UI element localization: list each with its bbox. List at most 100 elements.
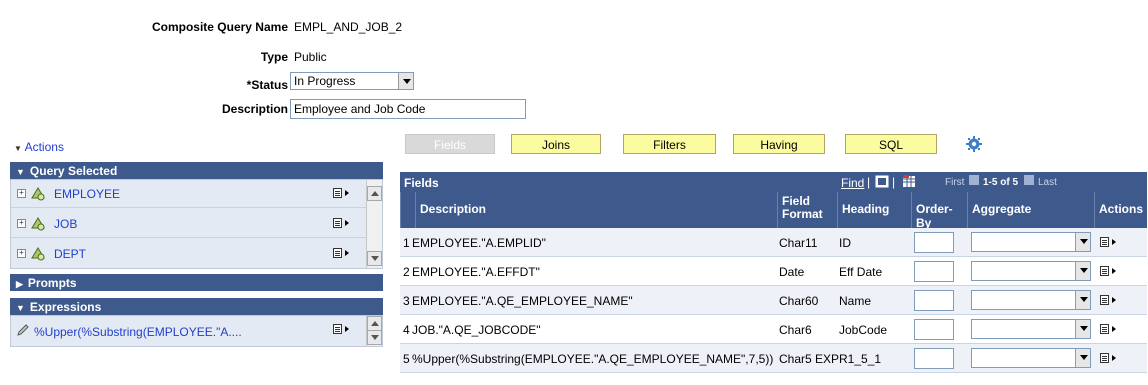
- tab-sql[interactable]: SQL: [845, 134, 937, 154]
- actions-label: Actions: [24, 140, 64, 154]
- row-actions-button[interactable]: [1100, 323, 1122, 337]
- row-actions-button[interactable]: [333, 247, 355, 261]
- scroll-up-icon[interactable]: [367, 316, 382, 331]
- tab-joins[interactable]: Joins: [511, 134, 601, 154]
- field-heading: ID: [839, 236, 851, 250]
- chevron-down-icon[interactable]: [1075, 233, 1090, 251]
- status-select[interactable]: In Progress: [290, 72, 414, 90]
- find-link[interactable]: Find: [841, 176, 864, 190]
- table-row: 3 EMPLOYEE."A.QE_EMPLOYEE_NAME" Char60 N…: [400, 286, 1147, 315]
- field-format-line2: Format: [782, 207, 823, 221]
- aggregate-select[interactable]: [971, 348, 1091, 368]
- expand-icon[interactable]: +: [17, 219, 26, 228]
- query-name[interactable]: JOB: [54, 217, 77, 231]
- order-by-input[interactable]: [914, 319, 954, 340]
- column-header-actions[interactable]: Actions: [1094, 192, 1147, 228]
- order-by-input[interactable]: [914, 232, 954, 253]
- chevron-down-icon[interactable]: [398, 73, 413, 89]
- expand-icon[interactable]: +: [17, 249, 26, 258]
- row-number: 5: [403, 352, 410, 366]
- chevron-down-icon[interactable]: [1075, 320, 1090, 338]
- row-actions-button[interactable]: [1100, 236, 1122, 250]
- triangle-down-icon: ▼: [16, 167, 25, 177]
- row-actions-button[interactable]: [333, 187, 355, 201]
- table-row: 5 %Upper(%Substring(EMPLOYEE."A.QE_EMPLO…: [400, 344, 1147, 373]
- next-icon[interactable]: [1024, 175, 1034, 185]
- column-header-description[interactable]: Description: [415, 192, 777, 228]
- aggregate-select[interactable]: [971, 232, 1091, 252]
- list-item[interactable]: + EMPLOYEE: [11, 180, 367, 208]
- status-label: *Status: [246, 78, 288, 92]
- description-field[interactable]: Employee and Job Code: [290, 99, 526, 119]
- tab-fields[interactable]: Fields: [405, 134, 495, 154]
- expressions-header[interactable]: ▼ Expressions: [10, 298, 383, 315]
- triangle-down-icon: ▼: [14, 144, 22, 153]
- order-by-input[interactable]: [914, 348, 954, 369]
- query-name[interactable]: DEPT: [54, 247, 86, 261]
- column-header-heading[interactable]: Heading: [837, 192, 911, 228]
- actions-toggle[interactable]: ▼ Actions: [14, 140, 64, 154]
- column-header-order-by[interactable]: Order-By: [911, 192, 967, 230]
- query-selected-header[interactable]: ▼ Query Selected: [10, 162, 383, 179]
- pager-last: Last: [1038, 177, 1057, 188]
- field-format: Char11: [779, 236, 818, 250]
- query-selected-label: Query Selected: [29, 164, 118, 178]
- table-row: 1 EMPLOYEE."A.EMPLID" Char11 ID: [400, 228, 1147, 257]
- download-icon[interactable]: [903, 175, 915, 187]
- field-description: JOB."A.QE_JOBCODE": [412, 323, 541, 337]
- chevron-down-icon[interactable]: [1075, 262, 1090, 280]
- prev-icon[interactable]: [969, 175, 979, 185]
- field-heading: EXPR1_5_1: [815, 352, 882, 366]
- tab-filters[interactable]: Filters: [623, 134, 716, 154]
- chevron-down-icon[interactable]: [1075, 349, 1090, 367]
- table-row: 4 JOB."A.QE_JOBCODE" Char6 JobCode: [400, 315, 1147, 344]
- vertical-scrollbar[interactable]: [366, 316, 382, 346]
- composite-query-name-label: Composite Query Name: [151, 20, 288, 34]
- field-description: EMPLOYEE."A.EMPLID": [412, 236, 546, 250]
- pager-first: First: [945, 177, 965, 188]
- type-value: Public: [294, 50, 327, 64]
- row-actions-button[interactable]: [1100, 294, 1122, 308]
- view-all-icon[interactable]: [875, 175, 889, 188]
- query-selected-list: + EMPLOYEE + JOB + DEPT: [10, 179, 383, 269]
- aggregate-select[interactable]: [971, 261, 1091, 281]
- field-format: Char6: [779, 323, 812, 337]
- row-number: 2: [403, 265, 410, 279]
- aggregate-select[interactable]: [971, 319, 1091, 339]
- record-icon: [31, 217, 45, 231]
- scroll-down-icon[interactable]: [367, 330, 382, 345]
- description-label: Description: [221, 102, 288, 116]
- order-by-input[interactable]: [914, 290, 954, 311]
- vertical-scrollbar[interactable]: [366, 180, 382, 268]
- field-format: Date: [779, 265, 805, 279]
- scroll-down-icon[interactable]: [367, 251, 382, 266]
- column-header-aggregate[interactable]: Aggregate: [967, 192, 1094, 228]
- aggregate-select[interactable]: [971, 290, 1091, 310]
- order-by-input[interactable]: [914, 261, 954, 282]
- gear-icon[interactable]: [966, 136, 982, 152]
- row-number: 3: [403, 294, 410, 308]
- row-actions-button[interactable]: [1100, 265, 1122, 279]
- tab-having[interactable]: Having: [733, 134, 825, 154]
- column-header-field-format[interactable]: Field Format: [777, 192, 837, 228]
- field-description: EMPLOYEE."A.EFFDT": [412, 265, 540, 279]
- prompts-header[interactable]: ▶ Prompts: [10, 274, 383, 291]
- row-number-header: [400, 192, 415, 228]
- row-number: 1: [403, 236, 410, 250]
- list-item[interactable]: + DEPT: [11, 240, 367, 268]
- expression-item[interactable]: %Upper(%Substring(EMPLOYEE."A....: [34, 325, 242, 339]
- query-name[interactable]: EMPLOYEE: [54, 187, 120, 201]
- list-item[interactable]: %Upper(%Substring(EMPLOYEE."A....: [11, 316, 367, 346]
- scroll-up-icon[interactable]: [367, 186, 382, 201]
- row-actions-button[interactable]: [333, 323, 355, 337]
- separator: |: [892, 175, 896, 189]
- field-format: Char60: [779, 294, 819, 308]
- list-item[interactable]: + JOB: [11, 210, 367, 238]
- prompts-label: Prompts: [27, 276, 77, 290]
- row-actions-button[interactable]: [1100, 352, 1122, 366]
- fields-grid-header: Fields Find | | First 1-5 of 5 Last: [400, 172, 1147, 192]
- chevron-down-icon[interactable]: [1075, 291, 1090, 309]
- row-actions-button[interactable]: [333, 217, 355, 231]
- field-description: %Upper(%Substring(EMPLOYEE."A.QE_EMPLOYE…: [412, 352, 774, 366]
- expand-icon[interactable]: +: [17, 189, 26, 198]
